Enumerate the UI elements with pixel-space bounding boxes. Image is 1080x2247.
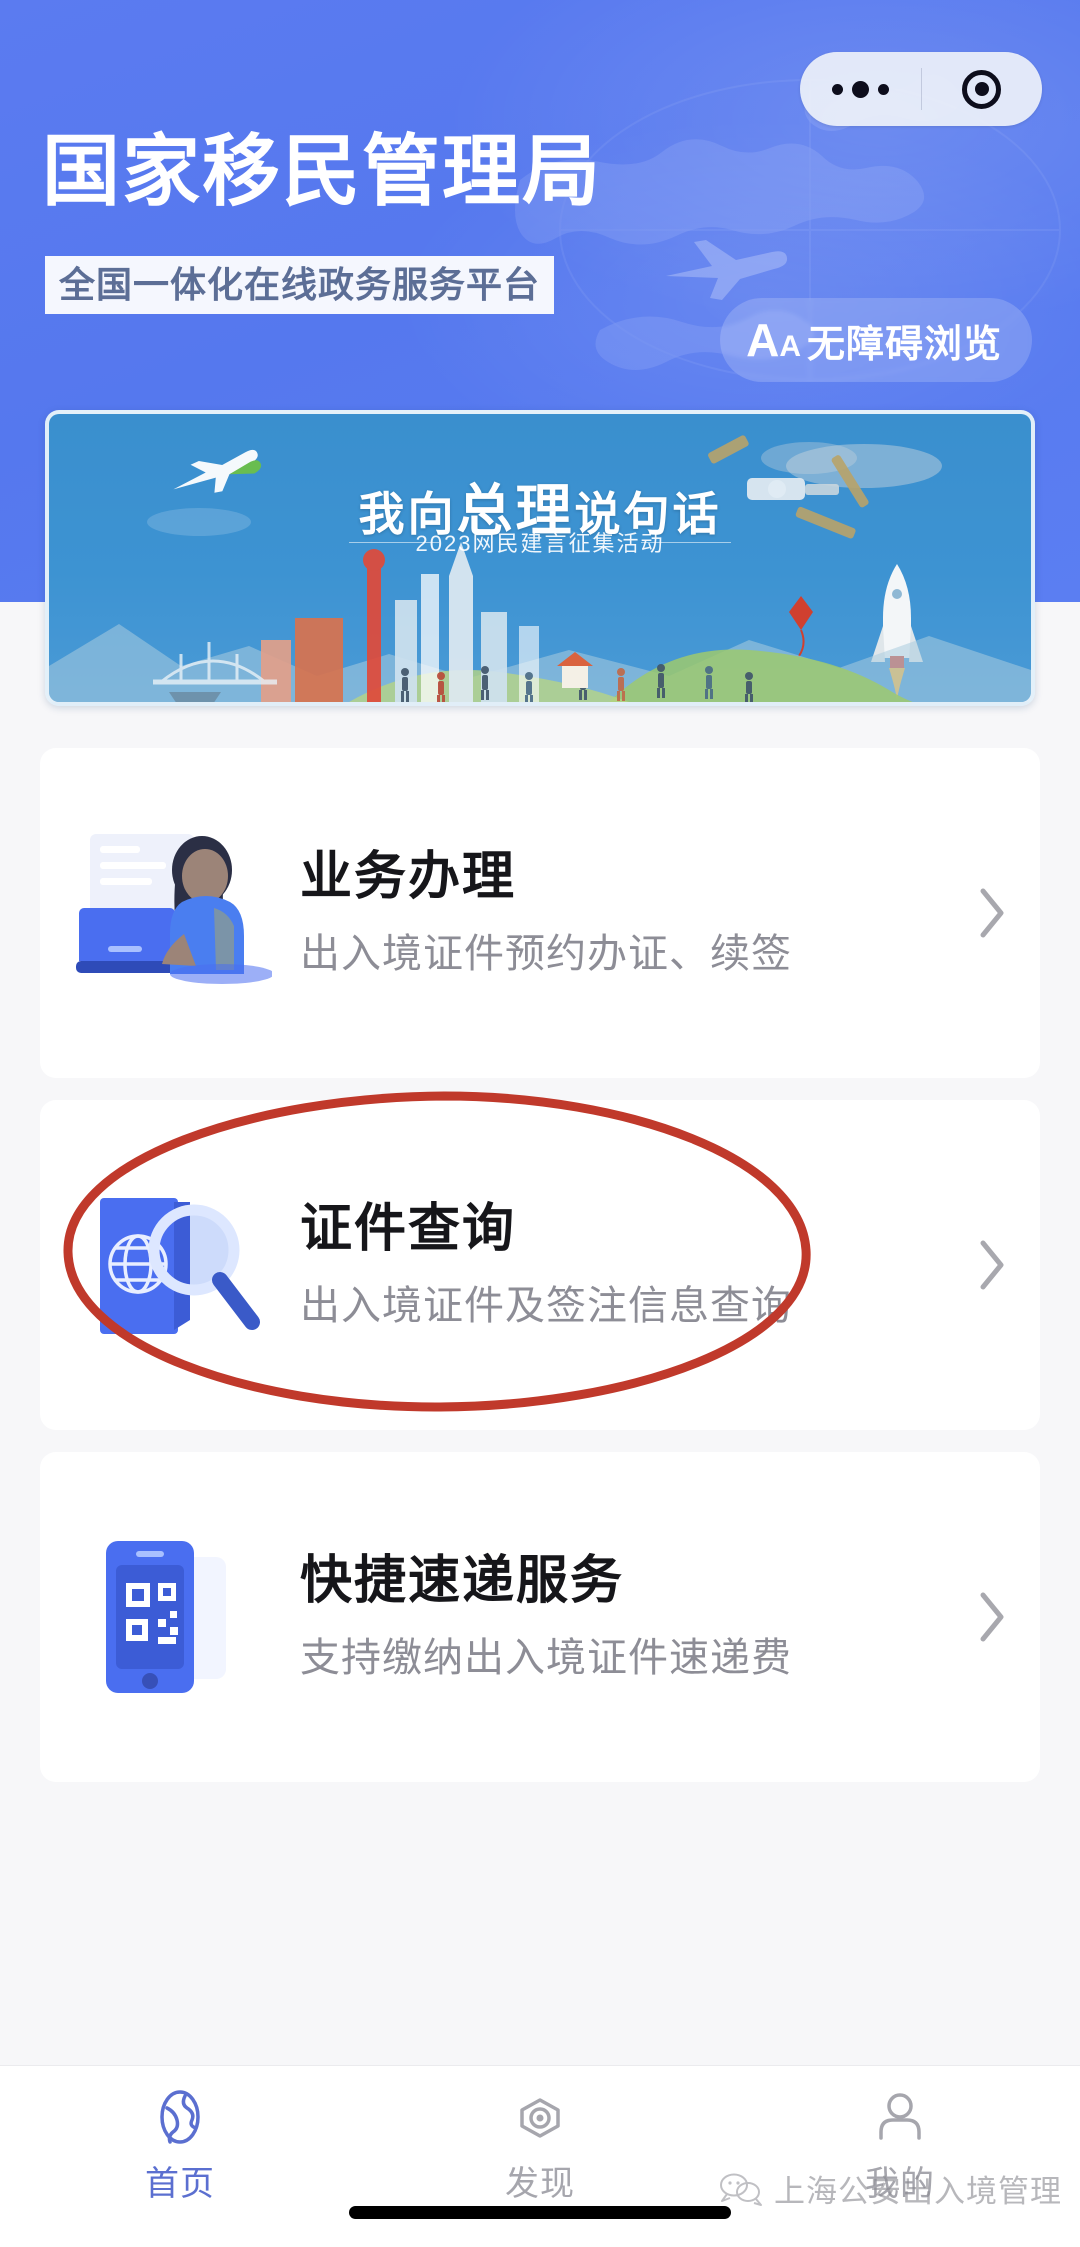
target-circle-icon[interactable] <box>922 52 1043 126</box>
person-icon <box>869 2086 931 2148</box>
card-text-block: 业务办理 出入境证件预约办证、续签 <box>282 848 944 978</box>
page-subtitle: 全国一体化在线政务服务平台 <box>45 256 555 314</box>
chevron-right-icon[interactable] <box>944 1237 1040 1293</box>
banner-subtitle: 2023网民建言征集活动 <box>415 531 665 556</box>
service-card-business[interactable]: 业务办理 出入境证件预约办证、续签 <box>40 748 1040 1078</box>
tab-home[interactable]: 首页 <box>0 2066 360 2247</box>
passport-search-icon <box>62 1165 282 1365</box>
bottom-tab-bar: 首页 发现 我的 <box>0 2065 1080 2247</box>
tab-label-home: 首页 <box>145 2165 215 2203</box>
phone-qrcode-icon <box>62 1517 282 1717</box>
card-title: 证件查询 <box>300 1200 517 1259</box>
card-text-block: 快捷速递服务 支持缴纳出入境证件速递费 <box>282 1552 944 1682</box>
card-description: 出入境证件预约办证、续签 <box>300 931 792 976</box>
chevron-right-icon[interactable] <box>944 885 1040 941</box>
person-laptop-icon <box>62 813 282 1013</box>
page-title: 国家移民管理局 <box>42 127 603 215</box>
miniprogram-capsule[interactable] <box>800 52 1042 126</box>
service-card-express[interactable]: 快捷速递服务 支持缴纳出入境证件速递费 <box>40 1452 1040 1782</box>
card-description: 出入境证件及签注信息查询 <box>300 1283 792 1328</box>
airplane-icon <box>666 240 788 300</box>
eye-icon <box>509 2086 571 2148</box>
banner-illustration <box>49 435 1031 702</box>
promo-banner[interactable]: 我向总理说句话 2023网民建言征集活动 <box>45 410 1035 706</box>
card-title: 快捷速递服务 <box>300 1552 625 1611</box>
more-dots-icon[interactable] <box>800 52 921 126</box>
accessibility-button[interactable]: AA 无障碍浏览 <box>720 298 1032 382</box>
tab-label-discover: 发现 <box>505 2165 575 2203</box>
aa-icon: AA <box>746 314 801 366</box>
accessibility-label: 无障碍浏览 <box>806 323 1002 366</box>
globe-icon <box>149 2086 211 2148</box>
app-root: 国家移民管理局 全国一体化在线政务服务平台 AA 无障碍浏览 我向总理说句话 2… <box>0 0 1080 2247</box>
card-text-block: 证件查询 出入境证件及签注信息查询 <box>282 1200 944 1330</box>
tab-profile[interactable]: 我的 <box>720 2066 1080 2247</box>
service-card-list: 业务办理 出入境证件预约办证、续签 证件查询 出入境证件及签注信息查询 快捷速递… <box>40 748 1040 1804</box>
chevron-right-icon[interactable] <box>944 1589 1040 1645</box>
tab-label-profile: 我的 <box>865 2165 935 2203</box>
tab-discover[interactable]: 发现 <box>360 2066 720 2247</box>
card-description: 支持缴纳出入境证件速递费 <box>300 1635 792 1680</box>
home-indicator[interactable] <box>349 2206 731 2219</box>
card-title: 业务办理 <box>300 848 517 907</box>
service-card-certificate-query[interactable]: 证件查询 出入境证件及签注信息查询 <box>40 1091 1040 1430</box>
